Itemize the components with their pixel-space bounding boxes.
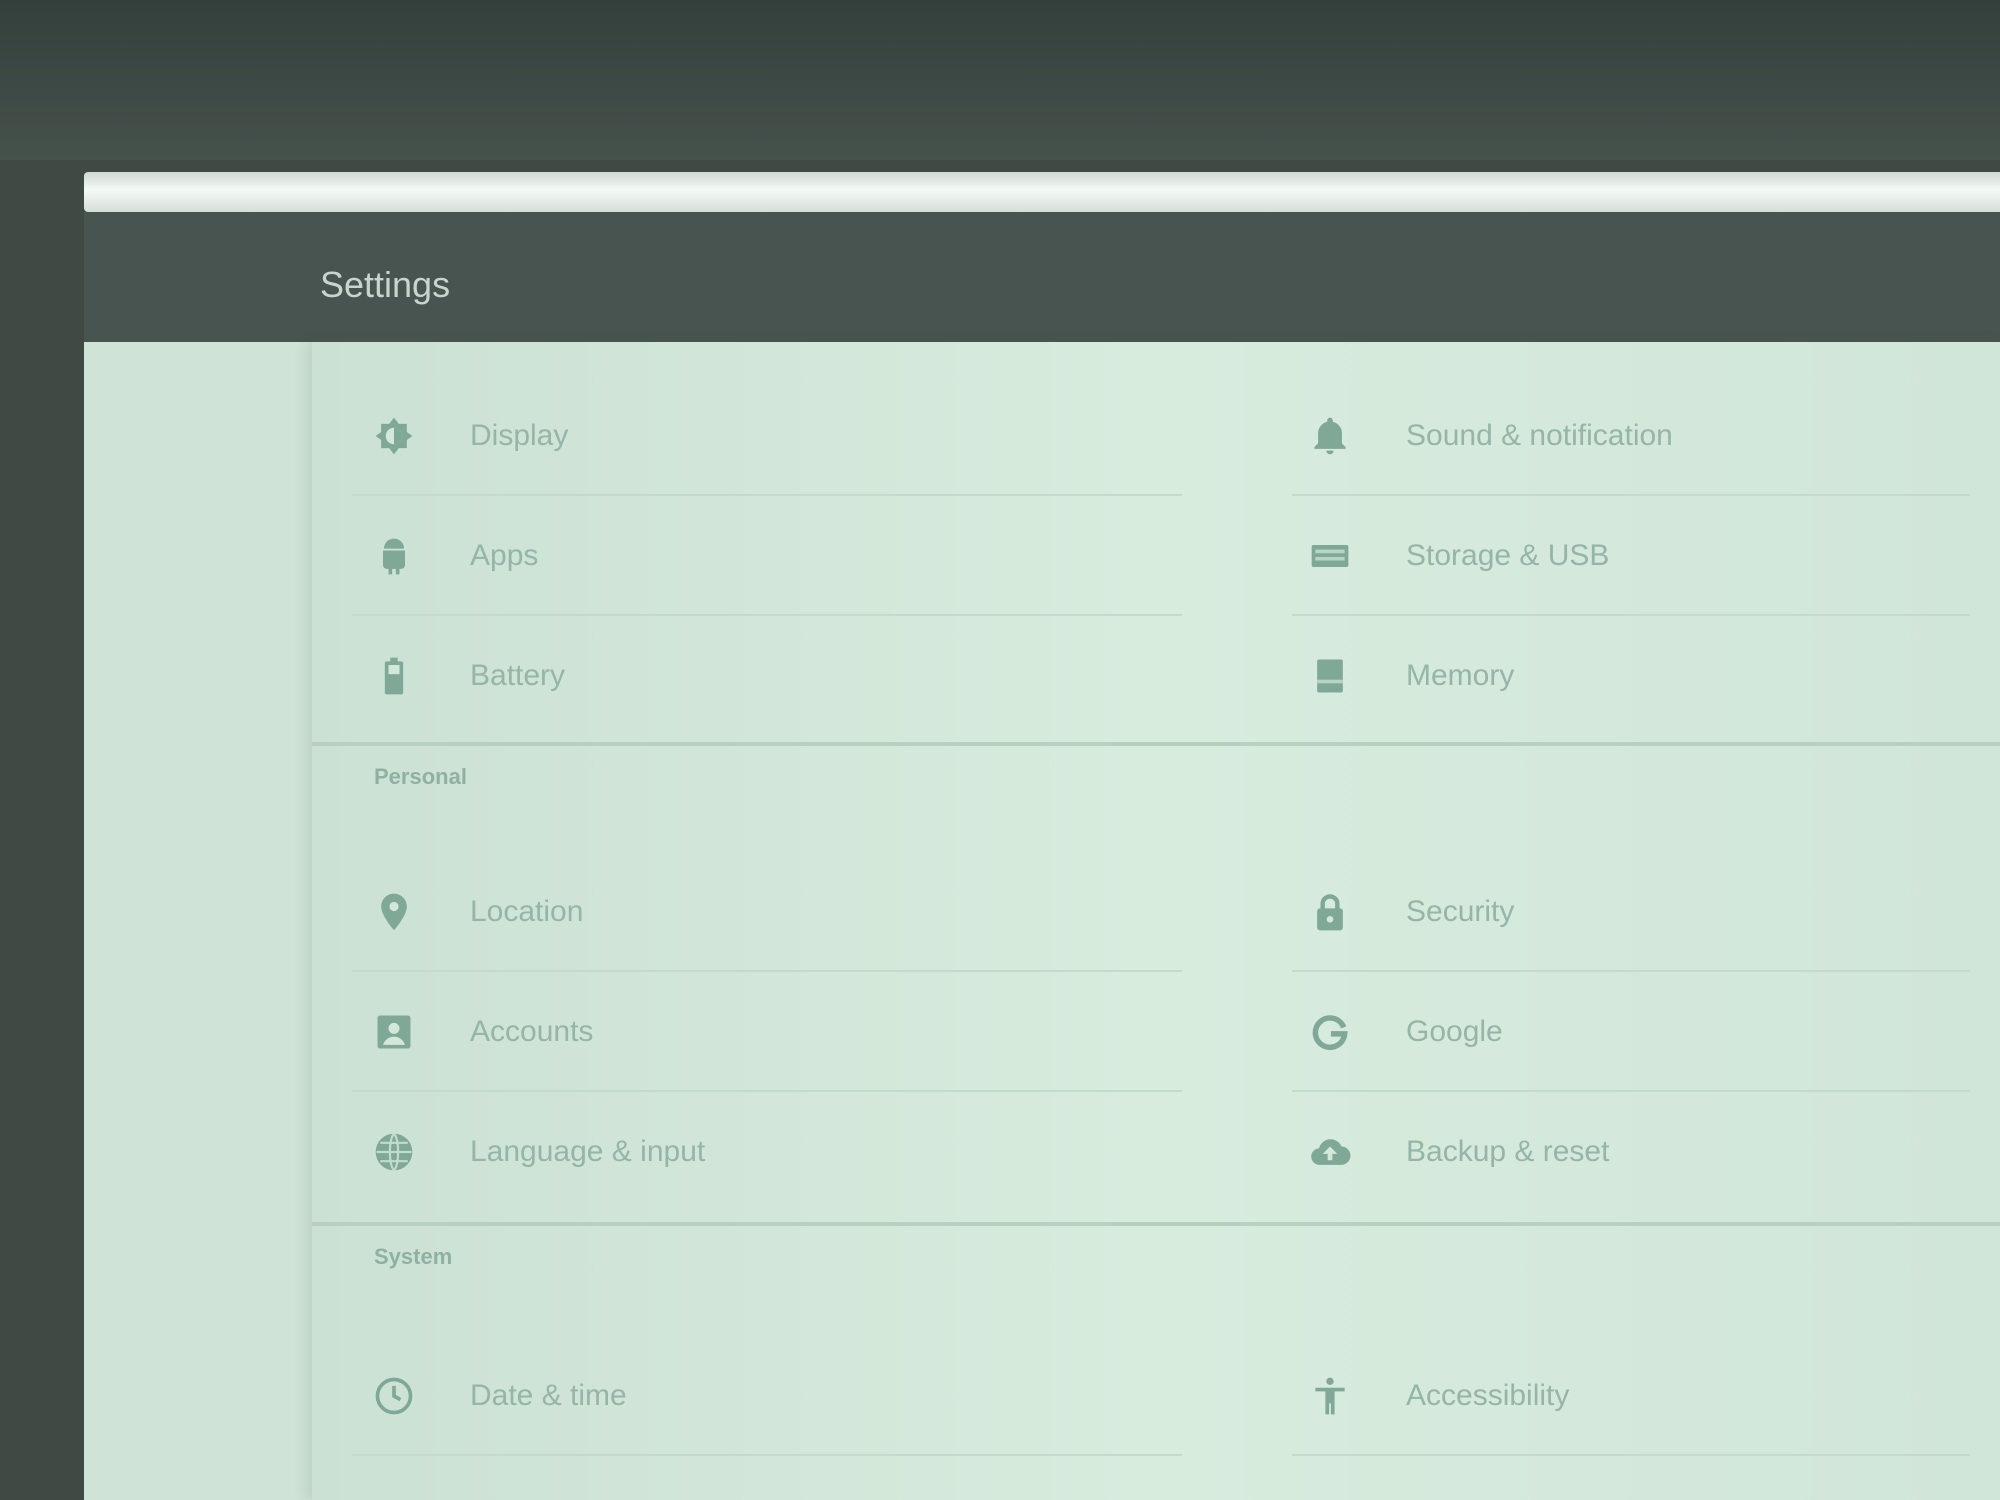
section-device: Display Sound & notification Apps Storag… bbox=[312, 342, 2000, 742]
settings-item-label: Location bbox=[470, 895, 584, 928]
section-header-system: System bbox=[374, 1244, 453, 1269]
settings-item-label: Accessibility bbox=[1406, 1379, 1570, 1412]
section-personal: Personal Location Security Accounts Goog… bbox=[312, 746, 2000, 1222]
settings-item-date-time[interactable]: Date & time bbox=[312, 1336, 1212, 1456]
settings-item-memory[interactable]: Memory bbox=[1252, 616, 2000, 736]
settings-item-apps[interactable]: Apps bbox=[312, 496, 1212, 616]
section-system: System Date & time Accessibility bbox=[312, 1226, 2000, 1500]
settings-item-label: Security bbox=[1406, 895, 1515, 928]
settings-item-storage[interactable]: Storage & USB bbox=[1252, 496, 2000, 616]
settings-item-label: Display bbox=[470, 419, 569, 452]
settings-item-accessibility[interactable]: Accessibility bbox=[1252, 1336, 2000, 1456]
settings-item-label: Date & time bbox=[470, 1379, 627, 1412]
brightness-icon bbox=[372, 414, 416, 458]
settings-item-google[interactable]: Google bbox=[1252, 972, 2000, 1092]
settings-screen: Settings Display Sound & notification Ap… bbox=[84, 212, 2000, 1500]
settings-item-sound[interactable]: Sound & notification bbox=[1252, 376, 2000, 496]
settings-item-accounts[interactable]: Accounts bbox=[312, 972, 1212, 1092]
settings-item-display[interactable]: Display bbox=[312, 376, 1212, 496]
settings-item-label: Apps bbox=[470, 539, 539, 572]
globe-icon bbox=[372, 1130, 416, 1174]
settings-item-location[interactable]: Location bbox=[312, 852, 1212, 972]
settings-list[interactable]: Display Sound & notification Apps Storag… bbox=[312, 342, 2000, 1500]
section-header-personal: Personal bbox=[374, 764, 467, 789]
settings-item-label: Google bbox=[1406, 1015, 1503, 1048]
lock-icon bbox=[1308, 890, 1352, 934]
location-icon bbox=[372, 890, 416, 934]
settings-item-label: Sound & notification bbox=[1406, 419, 1673, 452]
settings-item-label: Accounts bbox=[470, 1015, 594, 1048]
settings-item-label: Language & input bbox=[470, 1135, 706, 1168]
settings-item-battery[interactable]: Battery bbox=[312, 616, 1212, 736]
settings-item-security[interactable]: Security bbox=[1252, 852, 2000, 972]
battery-icon bbox=[372, 654, 416, 698]
accessibility-icon bbox=[1308, 1374, 1352, 1418]
app-toolbar: Settings bbox=[84, 212, 2000, 342]
bell-icon bbox=[1308, 414, 1352, 458]
screen-glare bbox=[84, 172, 2000, 212]
settings-item-backup[interactable]: Backup & reset bbox=[1252, 1092, 2000, 1212]
clock-icon bbox=[372, 1374, 416, 1418]
google-icon bbox=[1308, 1010, 1352, 1054]
settings-item-label: Battery bbox=[470, 659, 566, 692]
cloud-upload-icon bbox=[1308, 1130, 1352, 1174]
page-title: Settings bbox=[320, 264, 451, 305]
settings-item-label: Memory bbox=[1406, 659, 1515, 692]
monitor-bezel bbox=[0, 0, 2000, 160]
settings-item-label: Storage & USB bbox=[1406, 539, 1610, 572]
settings-item-language[interactable]: Language & input bbox=[312, 1092, 1212, 1212]
android-icon bbox=[372, 534, 416, 578]
storage-icon bbox=[1308, 534, 1352, 578]
account-icon bbox=[372, 1010, 416, 1054]
memory-icon bbox=[1308, 654, 1352, 698]
settings-item-label: Backup & reset bbox=[1406, 1135, 1610, 1168]
